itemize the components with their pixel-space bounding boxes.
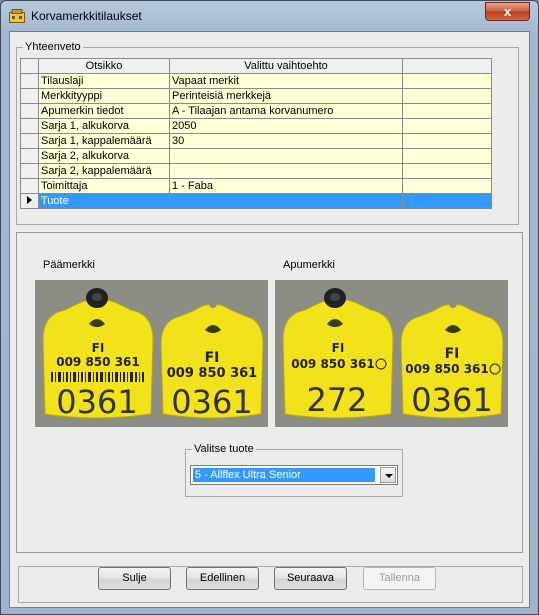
main-tag-left-code: 009 850 361 xyxy=(56,355,140,369)
cell-title: Tilauslaji xyxy=(38,73,170,89)
product-panel: Päämerkki Apumerkki FI 009 850 361 0361 … xyxy=(16,232,523,553)
table-row[interactable]: Tilauslaji Vapaat merkit xyxy=(20,73,492,89)
cell-title: Toimittaja xyxy=(38,178,170,194)
main-tag-right-country: FI xyxy=(205,350,220,366)
aux-tag-image: FI 009 850 361 272 FI 009 850 361 0361 xyxy=(275,280,508,427)
main-tag-right-number: 0361 xyxy=(171,383,252,421)
table-row-selected[interactable]: Tuote xyxy=(20,193,492,209)
cell-value: 30 xyxy=(169,133,403,149)
row-header-corner xyxy=(20,58,39,74)
cell-extra xyxy=(402,148,492,164)
next-button[interactable]: Seuraava xyxy=(274,567,347,590)
table-row[interactable]: Sarja 2, alkukorva xyxy=(20,148,492,164)
cell-value: 2050 xyxy=(169,118,403,134)
cell-title: Sarja 1, alkukorva xyxy=(38,118,170,134)
cell-extra xyxy=(402,118,492,134)
summary-group: Yhteenveto Otsikko Valittu vaihtoehto Ti… xyxy=(16,41,519,225)
table-row[interactable]: Apumerkin tiedot A - Tilaajan antama korv… xyxy=(20,103,492,119)
cell-title: Tuote xyxy=(38,193,170,209)
cell-extra xyxy=(402,133,492,149)
row-selector[interactable] xyxy=(20,118,39,134)
close-button[interactable]: Sulje xyxy=(98,567,171,590)
table-row[interactable]: Sarja 1, kappalemäärä 30 xyxy=(20,133,492,149)
main-tag-label: Päämerkki xyxy=(43,259,95,271)
cell-value xyxy=(169,193,403,209)
table-row[interactable]: Sarja 1, alkukorva 2050 xyxy=(20,118,492,134)
cell-extra xyxy=(402,193,492,209)
main-tag-left-number: 0361 xyxy=(56,383,137,421)
title-bar[interactable]: Korvamerkkitilaukset x xyxy=(1,1,538,31)
save-button[interactable]: Tallenna xyxy=(363,567,436,590)
aux-tag-label: Apumerkki xyxy=(283,259,335,271)
row-selector[interactable] xyxy=(20,193,39,209)
chevron-down-icon xyxy=(385,474,393,478)
cell-title: Sarja 2, kappalemäärä xyxy=(38,163,170,179)
cell-value: Vapaat merkit xyxy=(169,73,403,89)
cell-title: Merkkityyppi xyxy=(38,88,170,104)
client-area: Yhteenveto Otsikko Valittu vaihtoehto Ti… xyxy=(9,31,530,608)
aux-tag-right-number: 0361 xyxy=(411,381,492,419)
previous-button[interactable]: Edellinen xyxy=(186,567,259,590)
aux-tag-right-country: FI xyxy=(445,346,460,362)
cell-value: 1 - Faba xyxy=(169,178,403,194)
row-selector[interactable] xyxy=(20,178,39,194)
cell-value: Perinteisiä merkkejä xyxy=(169,88,403,104)
cell-value: A - Tilaajan antama korvanumero xyxy=(169,103,403,119)
row-selector[interactable] xyxy=(20,73,39,89)
row-selector[interactable] xyxy=(20,88,39,104)
product-select-value: 5 - Allflex Ultra Senior xyxy=(193,468,375,482)
dropdown-button[interactable] xyxy=(380,467,396,483)
product-select-legend: Valitse tuote xyxy=(192,443,256,455)
cell-extra xyxy=(402,103,492,119)
cell-value xyxy=(169,163,403,179)
aux-tag-left-country: FI xyxy=(332,341,345,355)
row-selector[interactable] xyxy=(20,163,39,179)
window-title: Korvamerkkitilaukset xyxy=(31,9,142,23)
close-icon: x xyxy=(503,4,512,19)
table-header-row: Otsikko Valittu vaihtoehto xyxy=(20,58,492,74)
product-select[interactable]: 5 - Allflex Ultra Senior xyxy=(190,465,398,485)
aux-tag-left-code: 009 850 361 xyxy=(291,357,375,371)
cell-value xyxy=(169,148,403,164)
column-header-extra[interactable] xyxy=(402,58,492,74)
main-tag-image: FI 009 850 361 0361 FI 009 850 361 0361 xyxy=(35,280,268,427)
current-row-arrow-icon xyxy=(27,196,32,204)
app-icon xyxy=(9,9,25,23)
button-bar xyxy=(18,566,523,603)
cell-title: Sarja 1, kappalemäärä xyxy=(38,133,170,149)
column-header-value[interactable]: Valittu vaihtoehto xyxy=(169,58,403,74)
cell-extra xyxy=(402,88,492,104)
aux-tag-left-number: 272 xyxy=(306,381,367,419)
summary-legend: Yhteenveto xyxy=(23,41,83,53)
main-tag-right-code: 009 850 361 xyxy=(167,366,257,381)
row-selector[interactable] xyxy=(20,133,39,149)
cell-extra xyxy=(402,163,492,179)
cell-title: Apumerkin tiedot xyxy=(38,103,170,119)
app-window: Korvamerkkitilaukset x Yhteenveto Otsikk… xyxy=(0,0,539,615)
table-row[interactable]: Merkkityyppi Perinteisiä merkkejä xyxy=(20,88,492,104)
main-tag-left-country: FI xyxy=(92,341,105,355)
column-header-title[interactable]: Otsikko xyxy=(38,58,170,74)
table-row[interactable]: Toimittaja 1 - Faba xyxy=(20,178,492,194)
close-window-button[interactable]: x xyxy=(485,2,530,21)
cell-extra xyxy=(402,178,492,194)
aux-tag-right-code: 009 850 361 xyxy=(405,362,489,376)
table-row[interactable]: Sarja 2, kappalemäärä xyxy=(20,163,492,179)
row-selector[interactable] xyxy=(20,148,39,164)
summary-table[interactable]: Otsikko Valittu vaihtoehto Tilauslaji Vap… xyxy=(20,58,492,209)
cell-title: Sarja 2, alkukorva xyxy=(38,148,170,164)
row-selector[interactable] xyxy=(20,103,39,119)
cell-extra xyxy=(402,73,492,89)
